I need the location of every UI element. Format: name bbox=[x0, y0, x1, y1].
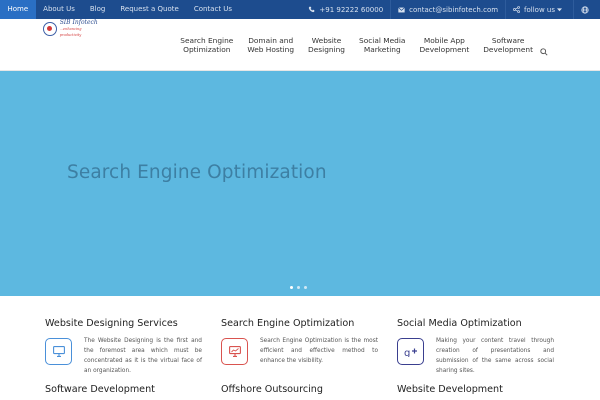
globe-icon bbox=[581, 5, 589, 14]
share-icon bbox=[513, 6, 520, 13]
service-title: Software Development bbox=[45, 384, 155, 395]
caret-down-icon bbox=[557, 7, 562, 11]
services-section: Website Designing Services The Website D… bbox=[0, 296, 600, 400]
top-nav: Home About Us Blog Request a Quote Conta… bbox=[0, 0, 240, 19]
top-nav-about[interactable]: About Us bbox=[36, 0, 83, 19]
service-social-media: Social Media Optimization g Making your … bbox=[397, 318, 557, 374]
nav-mobile-app[interactable]: Mobile App Development bbox=[412, 36, 476, 54]
service-title: Search Engine Optimization bbox=[221, 318, 355, 329]
search-button[interactable] bbox=[540, 41, 548, 60]
service-offshore-outsourcing: Offshore Outsourcing bbox=[221, 384, 381, 395]
google-plus-icon: g bbox=[404, 348, 417, 357]
monitor-icon bbox=[52, 346, 65, 357]
service-text: Making your content travel through creat… bbox=[436, 338, 554, 374]
service-title: Website Designing Services bbox=[45, 318, 178, 329]
envelope-icon bbox=[398, 6, 406, 12]
phone-number: +91 92222 60000 bbox=[319, 5, 384, 14]
top-contact: +91 92222 60000 contact@sibinfotech.com … bbox=[301, 0, 600, 19]
top-nav-quote[interactable]: Request a Quote bbox=[113, 0, 186, 19]
logo-tagline: ...enhancing productivity bbox=[59, 27, 82, 37]
slider-dot[interactable] bbox=[290, 286, 293, 289]
service-icon-box[interactable]: g bbox=[397, 338, 424, 365]
hero-title: Search Engine Optimization bbox=[67, 162, 327, 183]
nav-software[interactable]: Software Development bbox=[476, 36, 540, 54]
top-nav-blog[interactable]: Blog bbox=[82, 0, 112, 19]
slider-dot[interactable] bbox=[304, 286, 307, 289]
service-icon-box[interactable] bbox=[221, 338, 248, 365]
hero-slider: Search Engine Optimization bbox=[0, 71, 600, 296]
service-title: Social Media Optimization bbox=[397, 318, 522, 329]
email-address: contact@sibinfotech.com bbox=[409, 5, 499, 14]
nav-seo[interactable]: Search Engine Optimization bbox=[173, 36, 240, 54]
phone-item[interactable]: +91 92222 60000 bbox=[301, 0, 390, 19]
service-website-development: Website Development bbox=[397, 384, 557, 395]
service-title: Website Development bbox=[397, 384, 503, 395]
svg-text:g: g bbox=[404, 348, 410, 357]
top-bar: Home About Us Blog Request a Quote Conta… bbox=[0, 0, 600, 19]
top-nav-contact[interactable]: Contact Us bbox=[186, 0, 239, 19]
service-seo: Search Engine Optimization Search Engine… bbox=[221, 318, 381, 365]
top-nav-home[interactable]: Home bbox=[0, 0, 36, 19]
search-icon bbox=[540, 48, 548, 56]
service-title: Offshore Outsourcing bbox=[221, 384, 323, 395]
logo-name: SIB Infotech bbox=[59, 19, 98, 26]
slider-dots bbox=[290, 286, 311, 289]
nav-social-media[interactable]: Social Media Marketing bbox=[352, 36, 412, 54]
nav-website-designing[interactable]: Website Designing bbox=[301, 36, 352, 54]
service-software-development: Software Development bbox=[45, 384, 205, 395]
email-item[interactable]: contact@sibinfotech.com bbox=[391, 0, 505, 19]
language-button[interactable] bbox=[574, 0, 600, 19]
service-icon-box[interactable] bbox=[45, 338, 72, 365]
site-header: SIB Infotech ...enhancing productivity S… bbox=[0, 19, 600, 71]
chart-icon bbox=[228, 346, 241, 357]
logo[interactable]: SIB Infotech ...enhancing productivity bbox=[43, 19, 103, 37]
slider-dot[interactable] bbox=[297, 286, 300, 289]
service-text: The Website Designing is the first and t… bbox=[84, 338, 202, 374]
main-nav: Search Engine Optimization Domain and Web … bbox=[173, 36, 540, 54]
nav-hosting[interactable]: Domain and Web Hosting bbox=[240, 36, 301, 54]
logo-mark bbox=[43, 22, 57, 36]
phone-icon bbox=[309, 6, 315, 13]
service-website-designing: Website Designing Services The Website D… bbox=[45, 318, 205, 374]
follow-us-label: follow us bbox=[524, 5, 555, 14]
service-text: Search Engine Optimization is the most e… bbox=[260, 338, 378, 364]
follow-us-dropdown[interactable]: follow us bbox=[506, 0, 573, 19]
